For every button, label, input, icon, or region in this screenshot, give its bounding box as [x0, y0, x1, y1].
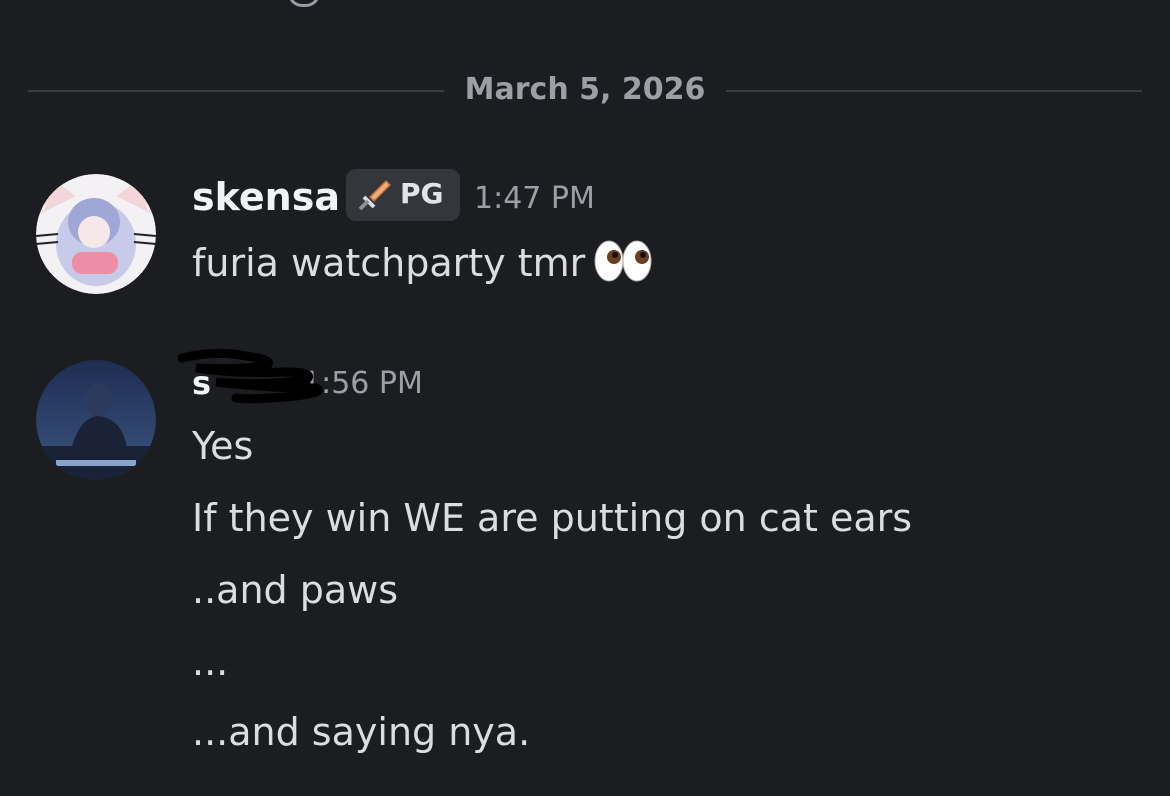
message-line: If they win WE are putting on cat ears: [192, 496, 913, 540]
role-badge[interactable]: PG: [346, 169, 460, 221]
chat-view: March 5, 2026 skensa PG 1:47 PM furia wa: [0, 0, 1170, 796]
message-line: Yes: [192, 424, 254, 468]
avatar-user-2[interactable]: [36, 360, 156, 480]
sword-icon: [356, 177, 392, 217]
previous-message-fragment: [280, 0, 340, 10]
message-line: furia watchparty tmr: [192, 241, 586, 285]
message-text: furia watchparty tmr: [192, 237, 653, 294]
message-line: ...: [192, 640, 229, 684]
divider-line-right: [726, 90, 1142, 92]
divider-date: March 5, 2026: [464, 72, 706, 107]
redaction-scribble: [176, 348, 336, 410]
message-timestamp: 1:47 PM: [474, 181, 595, 216]
message-line: ...and saying nya.: [192, 710, 531, 754]
badge-label: PG: [400, 177, 444, 210]
divider-line-left: [28, 90, 444, 92]
avatar-skensa[interactable]: [36, 174, 156, 294]
username-skensa[interactable]: skensa: [192, 175, 340, 219]
date-divider: March 5, 2026: [28, 68, 1142, 114]
eyes-emoji: [593, 237, 653, 294]
message-line: ..and paws: [192, 568, 399, 612]
